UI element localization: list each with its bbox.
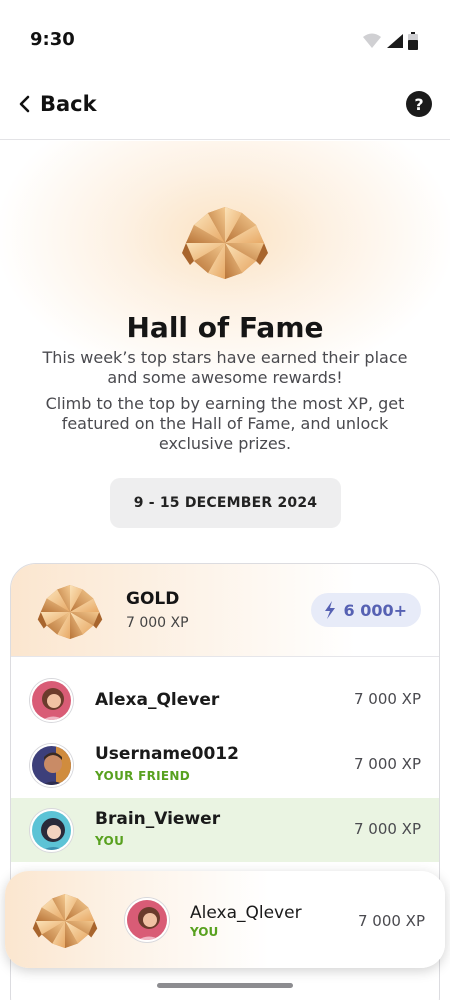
week-date-range: 9 - 15 DECEMBER 2024 [110,478,341,528]
status-time: 9:30 [30,29,75,50]
avatar [30,744,73,787]
leaderboard-row[interactable]: Username0012 YOUR FRIEND 7 000 XP [11,733,439,797]
status-icons [362,32,418,50]
back-button[interactable]: Back [18,90,97,118]
avatar [125,898,169,942]
league-name: GOLD [126,589,180,609]
gold-badge-icon [36,582,104,642]
gold-badge-icon [179,203,271,283]
hero-description: This week’s top stars have earned their … [42,348,408,387]
leaderboard-row-current-user[interactable]: Brain_Viewer YOU 7 000 XP [11,798,439,862]
back-chevron-icon [19,95,30,113]
avatar [30,809,73,852]
page-title: Hall of Fame [126,311,324,344]
reward-badge: 6 000+ [311,593,421,627]
row-xp: 7 000 XP [353,690,421,708]
lightning-icon [325,601,336,619]
battery-icon [408,32,418,50]
home-indicator[interactable] [157,983,293,988]
row-username: Brain_Viewer [95,809,221,829]
you-tag: YOU [190,925,219,939]
gold-badge-icon [31,891,99,951]
row-username: Alexa_Qlever [95,690,220,710]
back-label: Back [40,92,97,116]
help-icon[interactable]: ? [406,91,432,117]
current-user-rank-card[interactable]: Alexa_Qlever YOU 7 000 XP [5,871,445,968]
status-bar: 9:30 [0,0,450,80]
signal-icon [387,34,403,48]
wifi-icon [363,33,381,48]
current-user-name: Alexa_Qlever [190,903,302,923]
friend-tag: YOUR FRIEND [95,769,191,783]
top-app-bar: Back ? [0,80,450,140]
avatar [30,679,73,722]
league-header: GOLD 7 000 XP 6 000+ [11,564,439,657]
row-username: Username0012 [95,744,239,764]
hero-instructions: Climb to the top by earning the most XP,… [45,394,405,453]
hall-of-fame-hero: Hall of Fame This week’s top stars have … [0,141,450,551]
league-xp: 7 000 XP [126,615,189,631]
row-xp: 7 000 XP [353,755,421,773]
row-xp: 7 000 XP [353,820,421,838]
you-tag: YOU [95,834,125,848]
current-user-xp: 7 000 XP [357,912,425,930]
reward-value: 6 000+ [343,600,407,620]
leaderboard-row[interactable]: Alexa_Qlever 7 000 XP [11,668,439,732]
